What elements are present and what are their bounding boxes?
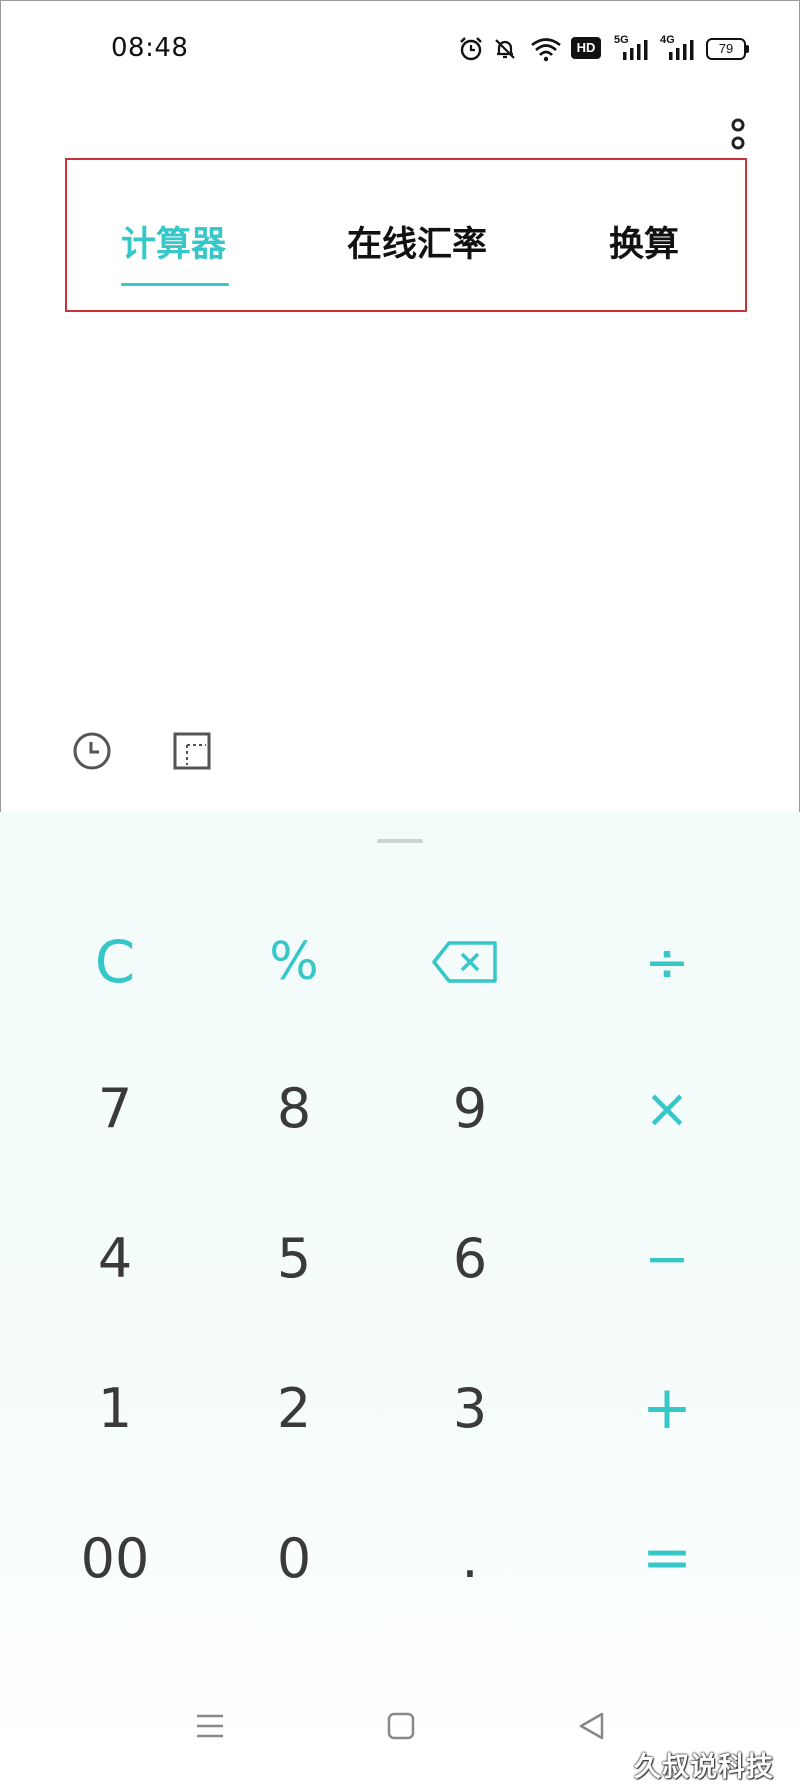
digit-3-button[interactable]: 3 — [390, 1348, 550, 1468]
nav-menu-button[interactable] — [194, 1710, 226, 1742]
backspace-button[interactable] — [385, 902, 545, 1022]
digit-7-button[interactable]: 7 — [35, 1048, 195, 1168]
minus-button[interactable]: − — [587, 1198, 747, 1318]
digit-4-button[interactable]: 4 — [35, 1198, 195, 1318]
tab-calculator[interactable]: 计算器 — [121, 216, 226, 267]
home-square-icon — [387, 1712, 415, 1740]
tab-bar: 计算器 在线汇率 换算 — [65, 158, 747, 312]
digit-8-button[interactable]: 8 — [214, 1048, 374, 1168]
decimal-point-button[interactable]: . — [390, 1498, 550, 1618]
digit-6-button[interactable]: 6 — [390, 1198, 550, 1318]
back-triangle-icon — [579, 1712, 604, 1740]
watermark-text: 久叔说科技 — [634, 1752, 774, 1783]
keypad: C % ÷ 7 8 9 × 4 5 6 − 1 2 3 + 00 0 . = — [0, 812, 800, 1778]
tab-unit-conversion[interactable]: 换算 — [609, 216, 679, 267]
menu-icon — [197, 1714, 223, 1738]
equals-button[interactable]: = — [587, 1498, 747, 1618]
backspace-icon — [432, 941, 497, 983]
signal-bars-icon — [669, 40, 694, 60]
wifi-icon — [531, 38, 561, 62]
double-zero-button[interactable]: 00 — [35, 1498, 195, 1618]
plus-button[interactable]: + — [587, 1348, 747, 1468]
active-tab-indicator — [121, 283, 229, 286]
battery-indicator: 79 — [706, 38, 749, 60]
percent-button[interactable]: % — [214, 902, 374, 1022]
digit-2-button[interactable]: 2 — [214, 1348, 374, 1468]
history-button[interactable] — [72, 731, 112, 771]
clock-icon — [73, 732, 111, 770]
digit-0-button[interactable]: 0 — [214, 1498, 374, 1618]
more-options-button[interactable] — [726, 117, 750, 153]
scientific-mode-button[interactable] — [172, 731, 212, 771]
signal-4g: 4G — [660, 34, 696, 62]
hd-badge: HD — [571, 37, 601, 59]
multiply-button[interactable]: × — [587, 1048, 747, 1168]
alarm-icon — [460, 37, 482, 61]
clear-button[interactable]: C — [35, 902, 195, 1022]
digit-1-button[interactable]: 1 — [35, 1348, 195, 1468]
nav-back-button[interactable] — [576, 1710, 608, 1742]
nav-home-button[interactable] — [385, 1710, 417, 1742]
scientific-toggle-icon — [173, 732, 211, 770]
tab-exchange-rate[interactable]: 在线汇率 — [347, 216, 487, 267]
status-time: 08:48 — [111, 33, 189, 63]
more-vertical-icon — [731, 118, 745, 150]
bell-muted-icon — [495, 39, 515, 59]
signal-5g: 5G — [614, 34, 650, 62]
digit-9-button[interactable]: 9 — [390, 1048, 550, 1168]
signal-bars-icon — [623, 40, 648, 60]
divide-button[interactable]: ÷ — [587, 902, 747, 1022]
digit-5-button[interactable]: 5 — [214, 1198, 374, 1318]
keypad-drag-handle[interactable] — [377, 839, 423, 843]
